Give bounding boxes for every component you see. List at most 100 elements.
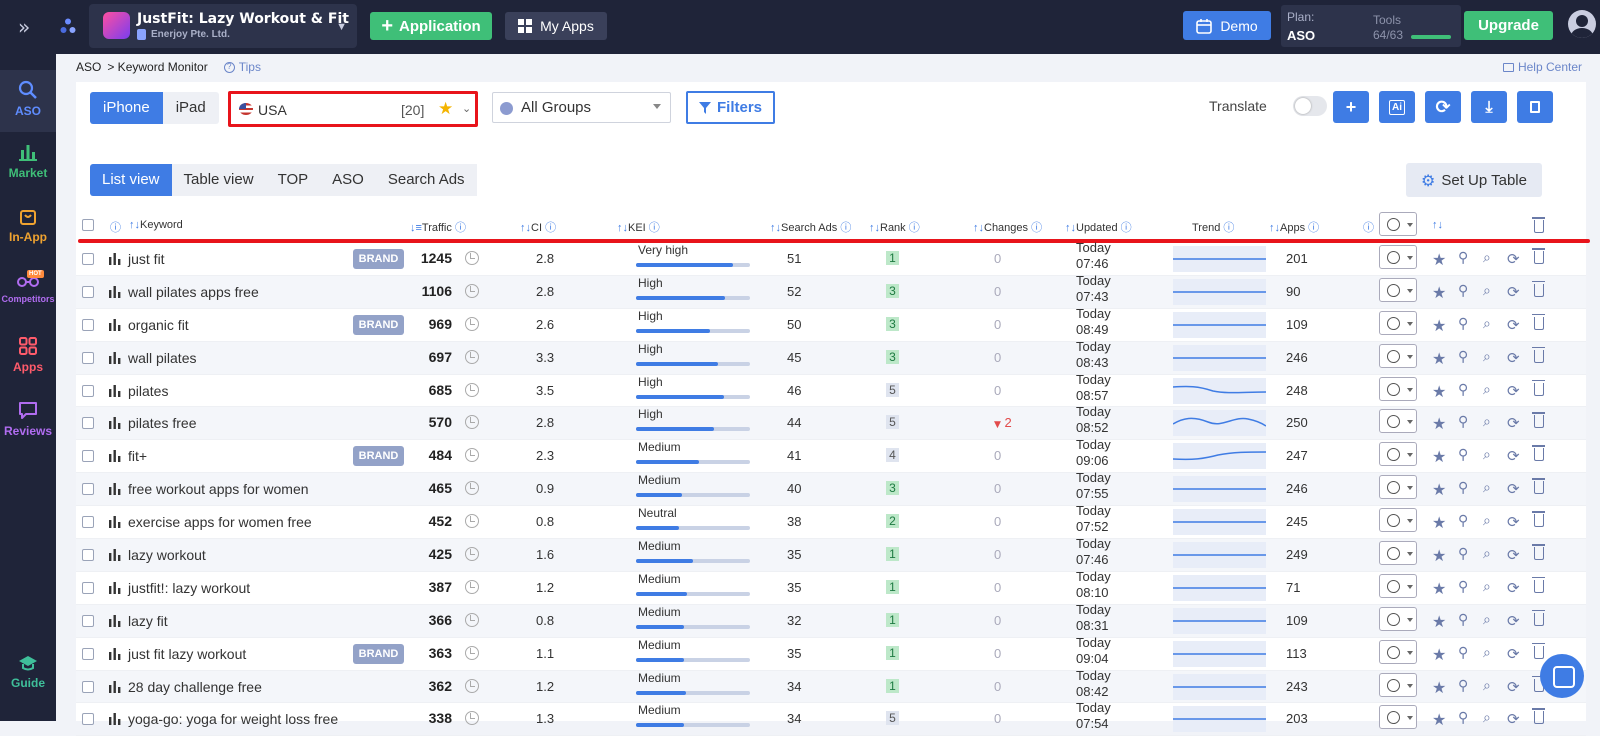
refresh-icon[interactable]: ⟳	[1507, 710, 1520, 728]
ai-button[interactable]: Ai	[1379, 91, 1415, 123]
history-icon[interactable]	[465, 415, 479, 430]
lightbulb-icon[interactable]: ⚲	[1458, 382, 1468, 398]
keyword-text[interactable]: lazy fit	[128, 613, 168, 629]
tab-iphone[interactable]: iPhone	[90, 92, 163, 124]
bar-chart-icon[interactable]	[109, 614, 121, 627]
lightbulb-icon[interactable]: ⚲	[1458, 283, 1468, 299]
lightbulb-icon[interactable]: ⚲	[1458, 447, 1468, 463]
star-icon[interactable]: ★	[1432, 645, 1446, 664]
table-row[interactable]: organic fit BRAND 969 2.6 High 50 3 0 Today 08:49…	[76, 306, 1586, 342]
status-select[interactable]	[1379, 508, 1417, 533]
status-select[interactable]	[1379, 376, 1417, 401]
history-icon[interactable]	[465, 547, 479, 562]
delete-icon[interactable]	[1532, 346, 1545, 363]
row-checkbox[interactable]	[82, 516, 94, 529]
copy-button[interactable]	[1517, 91, 1553, 123]
star-icon[interactable]: ★	[1432, 513, 1446, 532]
status-select[interactable]	[1379, 277, 1417, 302]
bar-chart-icon[interactable]	[109, 647, 121, 660]
refresh-icon[interactable]: ⟳	[1507, 513, 1520, 531]
country-selector[interactable]: USA [20] ★ ⌄	[228, 91, 478, 127]
history-icon[interactable]	[465, 283, 479, 298]
keyword-text[interactable]: lazy workout	[128, 547, 206, 563]
keyword-text[interactable]: pilates free	[128, 415, 196, 431]
sidebar-item-guide[interactable]: Guide	[0, 654, 56, 690]
row-checkbox[interactable]	[82, 450, 94, 463]
delete-icon[interactable]	[1532, 379, 1545, 396]
translate-toggle[interactable]	[1293, 96, 1327, 116]
star-icon[interactable]: ★	[1432, 546, 1446, 565]
delete-icon[interactable]	[1532, 248, 1545, 264]
star-icon[interactable]: ★	[1432, 250, 1446, 269]
delete-icon[interactable]	[1532, 313, 1545, 330]
table-row[interactable]: just fit lazy workout BRAND 363 1.1 Medium 35…	[76, 635, 1586, 671]
set-up-table-button[interactable]: ⚙ Set Up Table	[1406, 163, 1542, 197]
history-icon[interactable]	[465, 514, 479, 529]
table-row[interactable]: fit+ BRAND 484 2.3 Medium 41 4 0 Today 09:06 247 ★ ⚲…	[76, 437, 1586, 474]
star-icon[interactable]: ★	[1432, 382, 1446, 401]
search-icon[interactable]: ⌕	[1483, 414, 1491, 430]
delete-icon[interactable]	[1532, 609, 1545, 626]
status-select[interactable]	[1379, 310, 1417, 335]
table-row[interactable]: exercise apps for women free 452 0.8 Neutra…	[76, 503, 1586, 540]
bar-chart-icon[interactable]	[109, 351, 121, 364]
refresh-icon[interactable]: ⟳	[1507, 579, 1520, 597]
chat-support-button[interactable]	[1540, 654, 1584, 698]
status-select[interactable]	[1379, 672, 1417, 697]
history-icon[interactable]	[465, 711, 479, 726]
keyword-text[interactable]: yoga-go: yoga for weight loss free	[128, 711, 338, 727]
add-application-button[interactable]: + Application	[370, 12, 492, 40]
col-apps[interactable]: ↑↓Apps ⓘ	[1269, 219, 1319, 235]
row-checkbox[interactable]	[82, 647, 94, 660]
row-checkbox[interactable]	[82, 318, 94, 331]
status-select[interactable]	[1379, 573, 1417, 598]
status-select[interactable]	[1379, 475, 1417, 500]
search-icon[interactable]: ⌕	[1483, 382, 1491, 398]
star-icon[interactable]: ★	[438, 99, 453, 119]
tab-aso[interactable]: ASO	[320, 164, 376, 196]
status-select[interactable]	[1379, 639, 1417, 664]
table-row[interactable]: wall pilates 697 3.3 High 45 3 0 Today 08:43 246 ★…	[76, 339, 1586, 375]
col-rank[interactable]: ↑↓Rank ⓘ	[869, 219, 920, 235]
col-keyword[interactable]: ↑↓Keyword	[129, 219, 183, 231]
col-kei[interactable]: ↑↓KEI ⓘ	[617, 219, 660, 235]
row-checkbox[interactable]	[82, 581, 94, 594]
status-select[interactable]	[1379, 409, 1417, 434]
row-checkbox[interactable]	[82, 351, 94, 364]
sidebar-item-aso[interactable]: ASO	[0, 70, 56, 132]
keyword-text[interactable]: organic fit	[128, 317, 189, 333]
col-ci[interactable]: ↑↓CI ⓘ	[520, 219, 556, 235]
star-icon[interactable]: ★	[1432, 710, 1446, 729]
search-icon[interactable]: ⌕	[1483, 678, 1491, 694]
status-select[interactable]	[1379, 705, 1417, 730]
col-updated[interactable]: ↑↓Updated ⓘ	[1065, 219, 1132, 235]
keyword-text[interactable]: 28 day challenge free	[128, 679, 262, 695]
table-row[interactable]: 28 day challenge free 362 1.2 Medium 34 1 0 Tod…	[76, 668, 1586, 704]
bar-chart-icon[interactable]	[109, 680, 121, 693]
lightbulb-icon[interactable]: ⚲	[1458, 480, 1468, 496]
star-icon[interactable]: ★	[1432, 447, 1446, 466]
table-row[interactable]: wall pilates apps free 1106 2.8 High 52 3 0 Tod…	[76, 273, 1586, 309]
bar-chart-icon[interactable]	[109, 384, 121, 397]
refresh-icon[interactable]: ⟳	[1507, 382, 1520, 400]
sidebar-item-in-app[interactable]: In-App	[0, 206, 56, 244]
groups-select[interactable]: All Groups	[492, 92, 671, 123]
delete-icon[interactable]	[1532, 544, 1545, 561]
status-select[interactable]	[1379, 343, 1417, 368]
delete-icon[interactable]	[1532, 576, 1545, 593]
row-checkbox[interactable]	[82, 680, 94, 693]
delete-icon[interactable]	[1532, 445, 1545, 462]
keyword-text[interactable]: fit+	[128, 448, 147, 464]
expand-sidebar-icon[interactable]: »	[18, 15, 30, 39]
star-icon[interactable]: ★	[1432, 283, 1446, 302]
col-traffic[interactable]: ↓≡Traffic ⓘ	[410, 219, 466, 235]
star-icon[interactable]: ★	[1432, 612, 1446, 631]
sidebar-item-reviews[interactable]: Reviews	[0, 400, 56, 438]
history-icon[interactable]	[465, 678, 479, 693]
refresh-icon[interactable]: ⟳	[1507, 645, 1520, 663]
search-icon[interactable]: ⌕	[1483, 447, 1491, 463]
lightbulb-icon[interactable]: ⚲	[1458, 612, 1468, 628]
refresh-icon[interactable]: ⟳	[1507, 316, 1520, 334]
history-icon[interactable]	[465, 251, 479, 265]
keyword-text[interactable]: just fit	[128, 251, 165, 267]
